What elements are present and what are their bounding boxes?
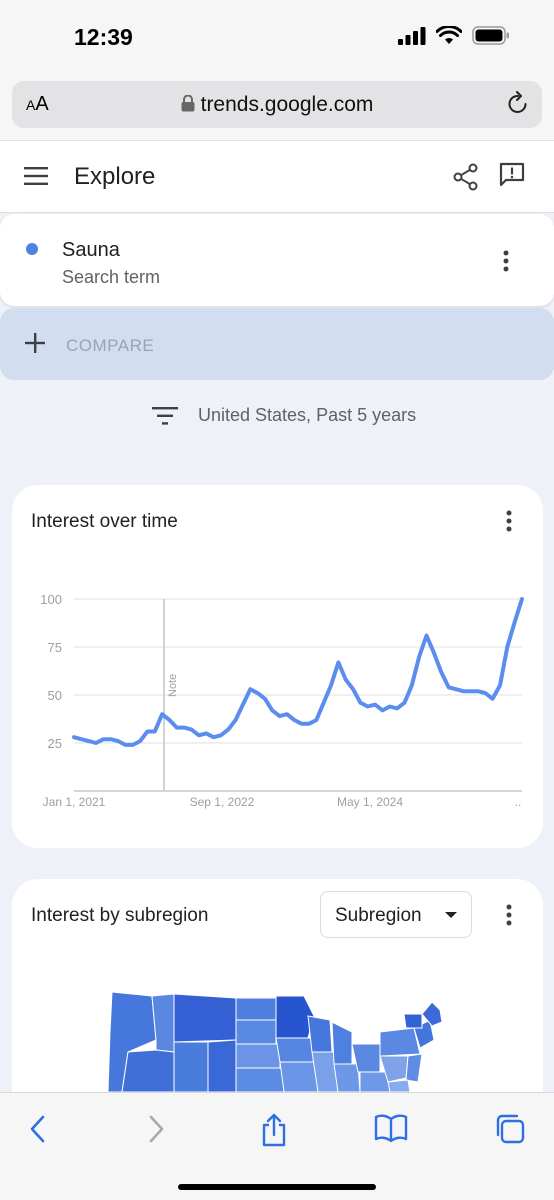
signal-icon (398, 26, 426, 45)
feedback-icon[interactable] (498, 161, 526, 189)
map-region[interactable] (207, 1039, 237, 1092)
filter-text: United States, Past 5 years (198, 405, 417, 425)
share-icon[interactable] (453, 163, 479, 191)
map-region[interactable] (235, 997, 277, 1021)
back-icon[interactable] (28, 1113, 48, 1145)
browser-bar: AA trends.google.com (0, 72, 554, 140)
app-header: Explore (0, 140, 554, 213)
y-tick-label: 50 (48, 688, 62, 703)
filter-bar[interactable]: United States, Past 5 years (0, 380, 554, 452)
y-tick-label: 75 (48, 640, 62, 655)
series-line-sauna[interactable] (72, 597, 524, 747)
map-region[interactable] (403, 1013, 423, 1029)
map-region[interactable] (151, 993, 175, 1053)
more-vert-icon[interactable] (503, 510, 515, 532)
forward-icon[interactable] (146, 1113, 166, 1145)
y-tick-label: 25 (48, 736, 62, 751)
battery-icon (472, 26, 509, 45)
y-tick-label: 100 (40, 592, 62, 607)
page-title: Explore (74, 163, 156, 190)
subregion-dropdown[interactable]: Subregion (320, 891, 472, 938)
more-vert-icon[interactable] (503, 904, 515, 926)
map-region[interactable] (331, 1021, 353, 1065)
us-subregion-map[interactable] (108, 992, 448, 1092)
wifi-icon (436, 26, 462, 44)
search-term-name: Sauna (62, 239, 120, 261)
x-tick-label: Sep 1, 2022 (190, 795, 255, 809)
map-region[interactable] (173, 1041, 209, 1092)
note-label[interactable]: Note (167, 674, 179, 697)
plus-icon (25, 333, 45, 353)
map-region[interactable] (235, 1043, 281, 1069)
interest-by-subregion-title: Interest by subregion (31, 905, 209, 926)
map-region[interactable] (235, 1019, 277, 1045)
filter-icon (152, 407, 178, 425)
map-region[interactable] (275, 1037, 315, 1063)
compare-label: COMPARE (66, 336, 155, 355)
term-color-dot (26, 243, 38, 255)
map-region[interactable] (235, 1067, 285, 1092)
tabs-icon[interactable] (494, 1113, 526, 1145)
more-vert-icon[interactable] (500, 250, 512, 272)
search-term-card[interactable]: Sauna Search term (0, 214, 554, 306)
lock-icon (181, 95, 195, 112)
interest-chart[interactable]: 25 50 75 100 Jan 1, 2021 Sep 1, 2022 May 1, 2… (12, 575, 543, 815)
url-text[interactable]: trends.google.com (12, 93, 542, 117)
status-bar: 12:39 (0, 0, 554, 72)
hamburger-menu-icon[interactable] (24, 167, 48, 185)
map-region[interactable] (405, 1053, 423, 1083)
status-time: 12:39 (74, 24, 133, 50)
x-tick-label: Jan 1, 2021 (43, 795, 106, 809)
status-icons (398, 26, 510, 45)
interest-over-time-card: Interest over time 25 50 75 100 Jan 1, 2021… (12, 485, 543, 848)
map-region[interactable] (307, 1015, 333, 1053)
compare-button[interactable]: COMPARE (0, 308, 554, 380)
map-region[interactable] (121, 1049, 175, 1092)
x-tick-label: May 1, 2024 (337, 795, 403, 809)
dropdown-caret-icon (445, 912, 457, 918)
map-region[interactable] (333, 1063, 361, 1092)
search-term-type: Search term (62, 267, 161, 287)
map-region[interactable] (387, 1079, 411, 1092)
share-sheet-icon[interactable] (260, 1113, 288, 1147)
home-indicator (178, 1184, 376, 1190)
map-region[interactable] (379, 1027, 421, 1057)
x-tick-label: .. (515, 795, 522, 809)
interest-over-time-title: Interest over time (31, 511, 178, 532)
address-bar[interactable]: AA trends.google.com (12, 81, 542, 128)
map-region[interactable] (279, 1061, 319, 1092)
reload-icon[interactable] (506, 91, 530, 117)
map-region[interactable] (173, 993, 237, 1043)
bookmarks-icon[interactable] (374, 1113, 408, 1143)
